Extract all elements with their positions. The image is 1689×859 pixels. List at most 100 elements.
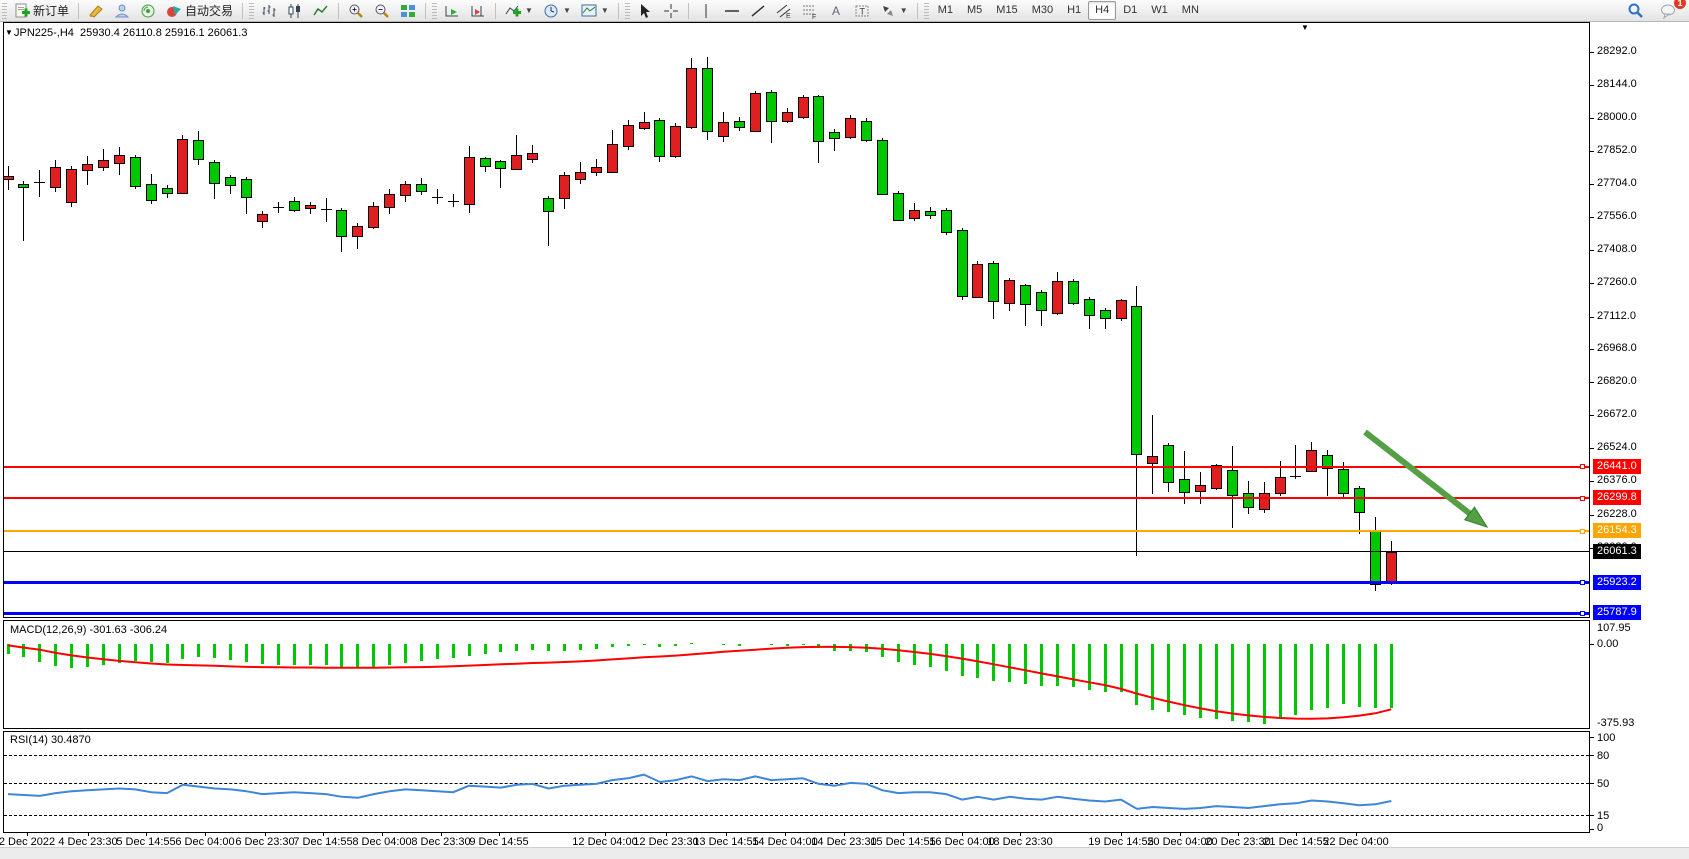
signal-button[interactable] bbox=[135, 0, 161, 21]
time-label: 5 Dec 14:55 bbox=[116, 836, 175, 848]
time-label: 12 Dec 23:30 bbox=[633, 836, 698, 848]
trendline-button[interactable] bbox=[745, 0, 771, 21]
candlestick-chart-button[interactable] bbox=[282, 0, 308, 21]
arrows-button[interactable]: ▼ bbox=[875, 0, 913, 21]
periods-button[interactable]: ▼ bbox=[538, 0, 576, 21]
candle-bullish bbox=[114, 155, 125, 164]
candle-bearish bbox=[336, 210, 347, 237]
rsi-pane[interactable] bbox=[3, 731, 1590, 833]
price-tick bbox=[1590, 250, 1594, 251]
macd-pane[interactable] bbox=[3, 620, 1590, 729]
clock-icon bbox=[543, 3, 559, 19]
candle-bearish bbox=[162, 188, 173, 194]
auto-trading-label: 自动交易 bbox=[185, 2, 233, 19]
status-strip bbox=[0, 847, 1689, 859]
timeframe-m5[interactable]: M5 bbox=[960, 1, 989, 20]
timeframe-h4[interactable]: H4 bbox=[1088, 1, 1116, 20]
macd-histogram-bar bbox=[738, 644, 741, 646]
macd-histogram-bar bbox=[468, 644, 471, 656]
crosshair-button[interactable] bbox=[658, 0, 684, 21]
candle-bearish bbox=[1338, 469, 1349, 494]
candle-bearish bbox=[480, 158, 491, 167]
line-handle-marker[interactable] bbox=[1580, 496, 1585, 501]
macd-histogram-bar bbox=[1072, 644, 1075, 687]
chart-shift-button[interactable] bbox=[465, 0, 491, 21]
zoom-in-button[interactable] bbox=[343, 0, 369, 21]
macd-histogram-bar bbox=[452, 644, 455, 658]
macd-histogram-bar bbox=[277, 644, 280, 665]
time-tick bbox=[1020, 832, 1021, 836]
timeframe-d1[interactable]: D1 bbox=[1116, 1, 1144, 20]
bar-chart-icon bbox=[261, 3, 277, 19]
macd-histogram-bar bbox=[261, 644, 264, 664]
auto-trading-icon bbox=[166, 3, 182, 19]
rsi-tick bbox=[1590, 737, 1594, 738]
line-chart-icon bbox=[313, 3, 329, 19]
price-tick bbox=[1590, 52, 1594, 53]
time-label: 6 Dec 23:30 bbox=[235, 836, 294, 848]
horizontal-level-line[interactable] bbox=[4, 581, 1589, 584]
candle-bullish bbox=[66, 169, 77, 203]
text-label-icon: T bbox=[854, 3, 870, 19]
timeframe-m30[interactable]: M30 bbox=[1025, 1, 1060, 20]
horizontal-level-line[interactable] bbox=[4, 530, 1589, 532]
macd-histogram-bar bbox=[22, 644, 25, 657]
main-chart-pane[interactable] bbox=[3, 22, 1590, 618]
macd-histogram-bar bbox=[1040, 644, 1043, 686]
tile-windows-button[interactable] bbox=[395, 0, 421, 21]
indicators-button[interactable]: ▼ bbox=[500, 0, 538, 21]
equidistant-channel-button[interactable]: E bbox=[771, 0, 797, 21]
time-label: 2 Dec 2022 bbox=[0, 836, 55, 848]
new-order-button[interactable]: 新订单 bbox=[9, 0, 74, 21]
styler-button[interactable] bbox=[83, 0, 109, 21]
line-handle-marker[interactable] bbox=[1580, 464, 1585, 469]
macd-histogram-bar bbox=[1024, 644, 1027, 684]
macd-histogram-bar bbox=[1231, 644, 1234, 721]
macd-histogram-bar bbox=[627, 644, 630, 646]
timeframe-h1[interactable]: H1 bbox=[1060, 1, 1088, 20]
timeframe-mn[interactable]: MN bbox=[1175, 1, 1206, 20]
zoom-out-button[interactable] bbox=[369, 0, 395, 21]
candle-bullish bbox=[527, 153, 538, 160]
candle-bullish bbox=[384, 194, 395, 208]
auto-trading-button[interactable]: 自动交易 bbox=[161, 0, 238, 21]
line-handle-marker[interactable] bbox=[1580, 611, 1585, 616]
time-label: 6 Dec 04:00 bbox=[175, 836, 234, 848]
bar-chart-button[interactable] bbox=[256, 0, 282, 21]
horizontal-level-line[interactable] bbox=[4, 497, 1589, 499]
text-label-button[interactable]: T bbox=[849, 0, 875, 21]
time-label: 18 Dec 23:30 bbox=[987, 836, 1052, 848]
fibonacci-button[interactable]: F bbox=[797, 0, 823, 21]
time-label: 13 Dec 14:55 bbox=[693, 836, 758, 848]
macd-histogram-bar bbox=[340, 644, 343, 667]
macd-histogram-bar bbox=[388, 644, 391, 665]
toolbar-handle[interactable] bbox=[2, 3, 7, 19]
candle-bullish bbox=[686, 68, 697, 128]
auto-scroll-button[interactable] bbox=[439, 0, 465, 21]
cursor-button[interactable] bbox=[632, 0, 658, 21]
line-chart-button[interactable] bbox=[308, 0, 334, 21]
macd-histogram-bar bbox=[1310, 644, 1313, 710]
horizontal-level-line[interactable] bbox=[4, 466, 1589, 468]
horizontal-level-line[interactable] bbox=[4, 551, 1589, 552]
text-button[interactable]: A bbox=[823, 0, 849, 21]
vertical-line-button[interactable] bbox=[693, 0, 719, 21]
chart-menu-caret[interactable]: ▼ bbox=[1301, 23, 1309, 32]
line-handle-marker[interactable] bbox=[1580, 580, 1585, 585]
macd-histogram-bar bbox=[86, 644, 89, 667]
search-button[interactable] bbox=[1622, 0, 1649, 21]
macd-histogram-bar bbox=[690, 643, 693, 644]
time-label: 20 Dec 04:00 bbox=[1147, 836, 1212, 848]
timeframe-m1[interactable]: M1 bbox=[931, 1, 960, 20]
time-tick bbox=[1180, 832, 1181, 836]
horizontal-line-button[interactable] bbox=[719, 0, 745, 21]
line-handle-marker[interactable] bbox=[1580, 529, 1585, 534]
timeframe-m15[interactable]: M15 bbox=[989, 1, 1024, 20]
horizontal-level-line[interactable] bbox=[4, 612, 1589, 615]
macd-histogram-bar bbox=[420, 644, 423, 661]
profile-button[interactable] bbox=[109, 0, 135, 21]
notifications-button[interactable]: 1 bbox=[1655, 0, 1681, 21]
timeframe-w1[interactable]: W1 bbox=[1144, 1, 1175, 20]
one-click-trading-caret[interactable]: ▼ bbox=[5, 28, 13, 37]
templates-button[interactable]: ▼ bbox=[576, 0, 614, 21]
